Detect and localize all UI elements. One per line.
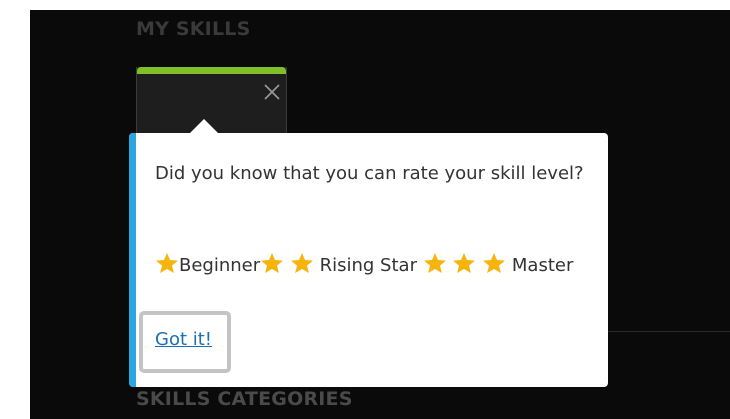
star-icon xyxy=(423,252,447,274)
popover-accent-bar xyxy=(129,133,136,387)
popover-message: Did you know that you can rate your skil… xyxy=(155,163,584,184)
star-icon xyxy=(290,252,314,274)
skill-level-legend: Beginner Rising Star Master xyxy=(155,251,595,281)
star-icon xyxy=(482,252,506,274)
star-icon xyxy=(260,252,284,274)
level-label: Rising Star xyxy=(319,255,417,276)
page: MY SKILLS SKILLS CATEGORIES Did you know… xyxy=(0,0,730,419)
skills-categories-heading: SKILLS CATEGORIES xyxy=(136,388,353,410)
section-divider xyxy=(607,331,730,332)
level-rising-star: Rising Star xyxy=(260,252,417,276)
my-skills-heading: MY SKILLS xyxy=(136,18,251,40)
star-icon xyxy=(452,252,476,274)
level-beginner: Beginner xyxy=(155,252,261,276)
skill-card-accent-bar xyxy=(137,67,286,74)
level-label: Beginner xyxy=(179,255,261,276)
close-icon[interactable] xyxy=(261,81,283,103)
rating-tip-popover: Did you know that you can rate your skil… xyxy=(129,119,608,387)
level-master: Master xyxy=(423,252,574,276)
focus-ring: Got it! xyxy=(139,311,231,373)
level-label: Master xyxy=(511,255,574,276)
got-it-link[interactable]: Got it! xyxy=(155,329,212,350)
star-icon xyxy=(155,252,179,274)
popover-arrow xyxy=(190,119,218,133)
